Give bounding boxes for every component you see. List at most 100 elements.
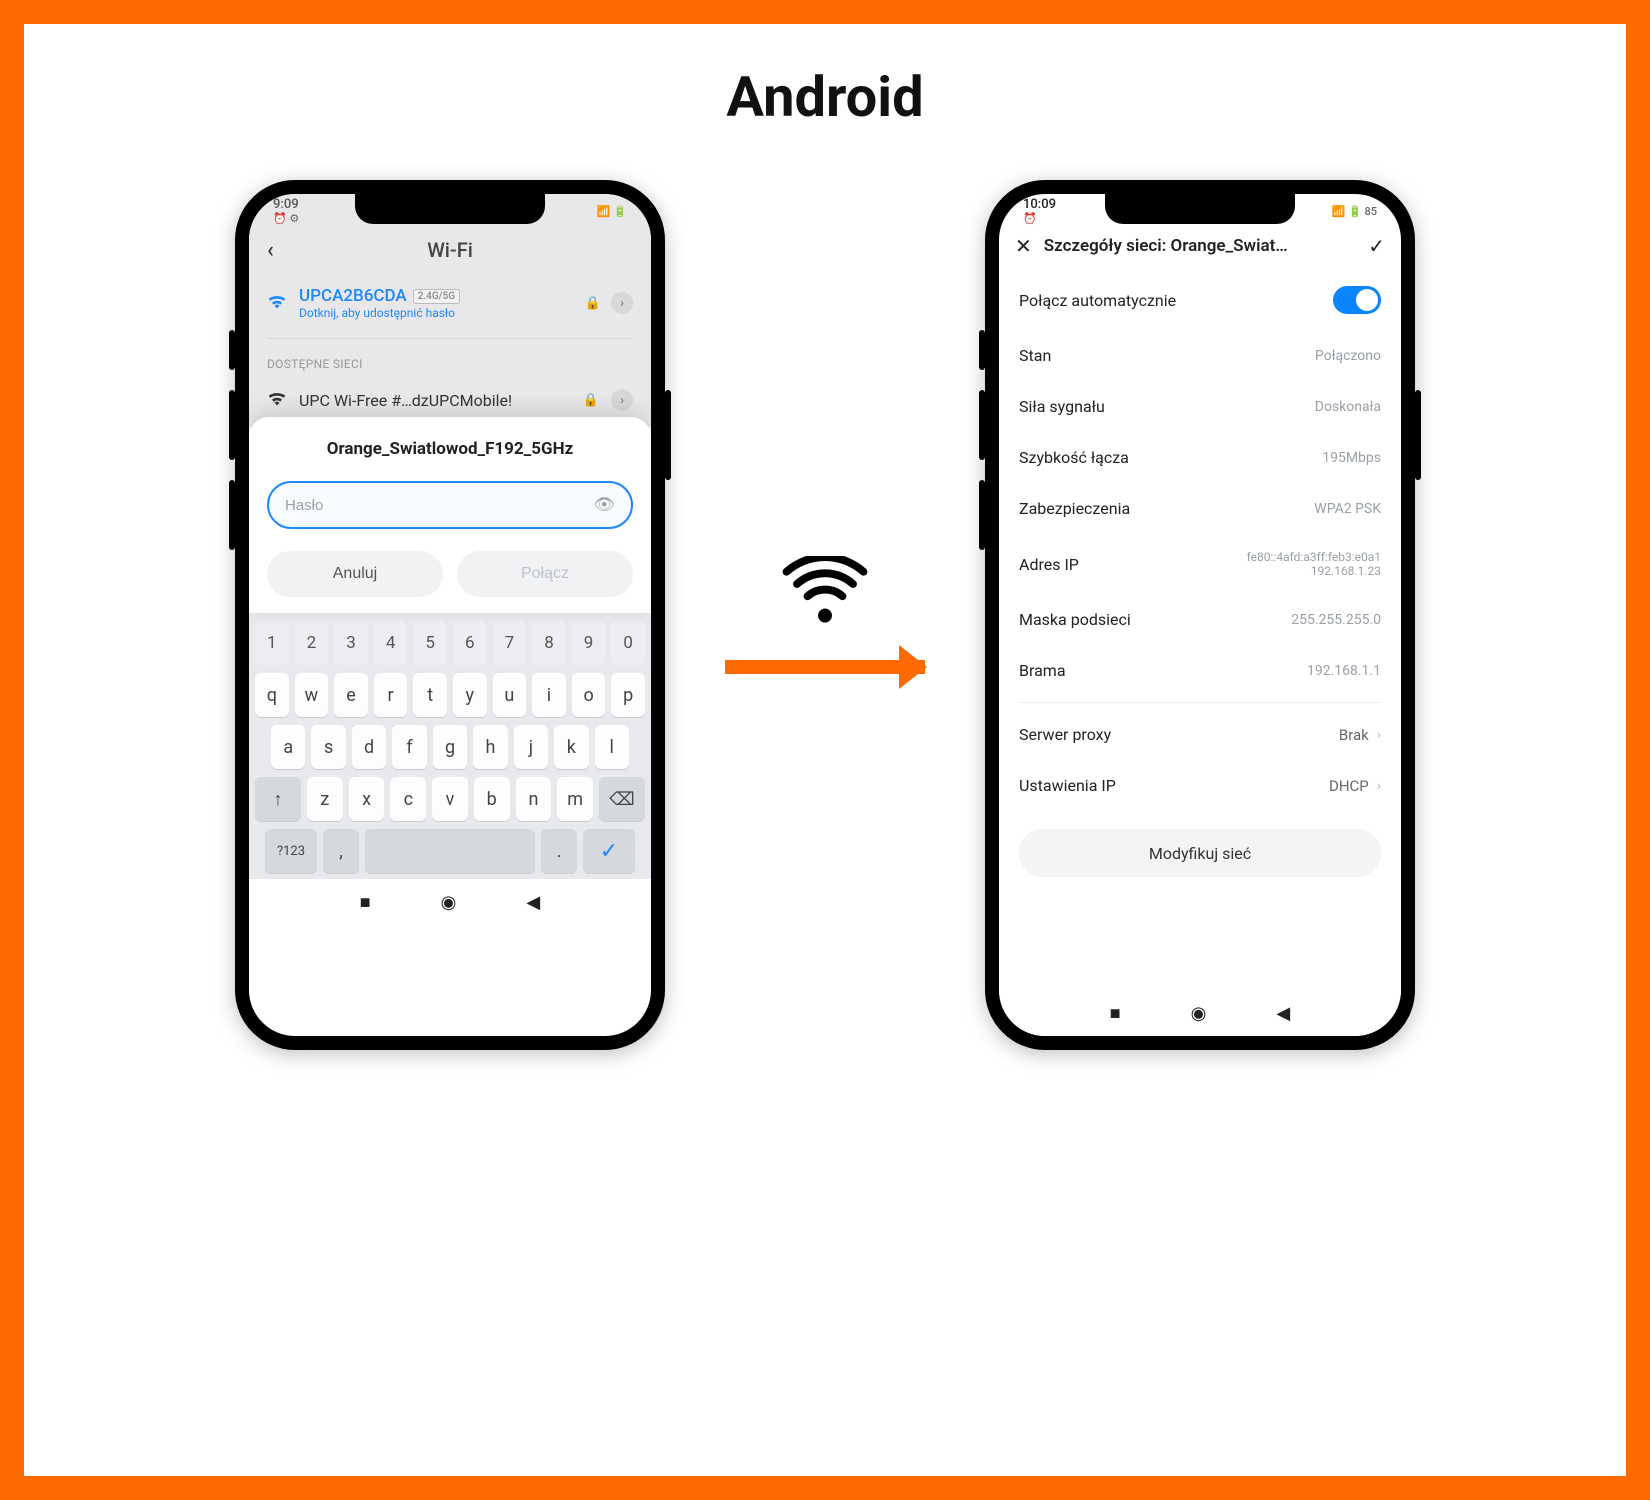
ip-row: Adres IP fe80::4afd:a3ff:feb3:e0a1 192.1… <box>999 534 1401 594</box>
connect-button[interactable]: Połącz <box>457 551 633 597</box>
password-input[interactable] <box>285 497 583 514</box>
key-8[interactable]: 8 <box>532 621 566 665</box>
security-row: Zabezpieczenia WPA2 PSK <box>999 483 1401 534</box>
enter-key[interactable]: ✓ <box>583 829 635 873</box>
chevron-right-icon: › <box>1377 778 1381 794</box>
key-q[interactable]: q <box>255 673 289 717</box>
status-time: 10:09 ⏰ <box>1023 197 1056 225</box>
nav-back-icon[interactable]: ◀ <box>1276 1003 1290 1024</box>
chevron-right-icon[interactable]: › <box>611 292 633 314</box>
symbols-key[interactable]: ?123 <box>265 829 317 873</box>
phone-left: 9:09 ⏰ ⚙︎ 📶 🔋 ‹ Wi-Fi UPCA <box>235 180 665 1050</box>
key-n[interactable]: n <box>516 777 552 821</box>
close-icon[interactable]: ✕ <box>1015 234 1032 258</box>
status-time: 9:09 ⏰ ⚙︎ <box>273 197 299 225</box>
status-right-icons: 📶 🔋 <box>597 205 627 218</box>
mask-row: Maska podsieci 255.255.255.0 <box>999 594 1401 645</box>
cancel-button[interactable]: Anuluj <box>267 551 443 597</box>
key-9[interactable]: 9 <box>572 621 606 665</box>
available-networks-label: DOSTĘPNE SIECI <box>249 343 651 379</box>
auto-connect-label: Połącz automatycznie <box>1019 291 1176 310</box>
comma-key[interactable]: , <box>323 829 359 873</box>
key-4[interactable]: 4 <box>374 621 408 665</box>
chevron-right-icon[interactable]: › <box>611 389 633 411</box>
mask-value: 255.255.255.0 <box>1291 612 1381 628</box>
key-c[interactable]: c <box>390 777 426 821</box>
space-key[interactable] <box>365 829 535 873</box>
key-7[interactable]: 7 <box>493 621 527 665</box>
band-badge: 2.4G/5G <box>413 289 460 304</box>
modify-network-button[interactable]: Modyfikuj sieć <box>1019 829 1381 877</box>
nav-home-icon[interactable]: ◉ <box>1191 1003 1207 1024</box>
back-icon[interactable]: ‹ <box>267 238 274 263</box>
kb-row-bottom: ?123 , . ✓ <box>255 829 645 873</box>
chevron-right-icon: › <box>1377 727 1381 743</box>
key-w[interactable]: w <box>295 673 329 717</box>
key-g[interactable]: g <box>433 725 467 769</box>
auto-connect-row[interactable]: Połącz automatycznie <box>999 270 1401 330</box>
key-v[interactable]: v <box>432 777 468 821</box>
key-k[interactable]: k <box>554 725 588 769</box>
connected-ssid: UPCA2B6CDA <box>299 286 407 306</box>
password-field-wrap[interactable]: 👁 <box>267 481 633 529</box>
key-r[interactable]: r <box>374 673 408 717</box>
keyboard: 1234567890 qwertyuiop asdfghjkl ↑ zxcvbn… <box>249 613 651 879</box>
kb-row-asdf: asdfghjkl <box>255 725 645 769</box>
nav-bar: ■ ◉ ◀ <box>249 879 651 925</box>
speed-value: 195Mbps <box>1322 450 1381 466</box>
key-y[interactable]: y <box>453 673 487 717</box>
arrow-right-icon <box>725 660 925 674</box>
shift-key[interactable]: ↑ <box>255 777 301 821</box>
period-key[interactable]: . <box>541 829 577 873</box>
key-l[interactable]: l <box>595 725 629 769</box>
dialog-title: Orange_Swiatlowod_F192_5GHz <box>267 439 633 459</box>
key-f[interactable]: f <box>392 725 426 769</box>
key-z[interactable]: z <box>307 777 343 821</box>
check-icon[interactable]: ✓ <box>1368 234 1385 258</box>
status-row: Stan Połączono <box>999 330 1401 381</box>
key-3[interactable]: 3 <box>334 621 368 665</box>
key-o[interactable]: o <box>572 673 606 717</box>
key-i[interactable]: i <box>532 673 566 717</box>
key-5[interactable]: 5 <box>413 621 447 665</box>
phone-right: 10:09 ⏰ 📶 🔋 85 ✕ Szczegóły sieci: Orange… <box>985 180 1415 1050</box>
eye-icon[interactable]: 👁 <box>593 495 615 515</box>
key-a[interactable]: a <box>271 725 305 769</box>
wifi-header: ‹ Wi-Fi <box>249 228 651 272</box>
lock-icon: 🔒 <box>583 393 599 408</box>
key-b[interactable]: b <box>474 777 510 821</box>
key-x[interactable]: x <box>349 777 385 821</box>
available-ssid: UPC Wi-Free #…dzUPCMobile! <box>299 391 571 410</box>
key-e[interactable]: e <box>334 673 368 717</box>
key-2[interactable]: 2 <box>295 621 329 665</box>
key-s[interactable]: s <box>311 725 345 769</box>
lock-icon: 🔒 <box>585 296 601 311</box>
nav-home-icon[interactable]: ◉ <box>441 892 457 913</box>
signal-row: Siła sygnału Doskonała <box>999 381 1401 432</box>
key-h[interactable]: h <box>473 725 507 769</box>
key-6[interactable]: 6 <box>453 621 487 665</box>
key-t[interactable]: t <box>413 673 447 717</box>
nav-back-icon[interactable]: ◀ <box>526 892 540 913</box>
key-d[interactable]: d <box>352 725 386 769</box>
status-value: Połączono <box>1315 348 1381 364</box>
ip-settings-row[interactable]: Ustawienia IP DHCP› <box>999 760 1401 811</box>
center-graphic <box>725 556 925 674</box>
ip-settings-value: DHCP <box>1329 777 1369 795</box>
nav-recent-icon[interactable]: ■ <box>360 892 371 913</box>
key-p[interactable]: p <box>611 673 645 717</box>
key-1[interactable]: 1 <box>255 621 289 665</box>
status-right-icons: 📶 🔋 85 <box>1332 205 1377 218</box>
auto-connect-toggle[interactable] <box>1333 286 1381 314</box>
backspace-key[interactable]: ⌫ <box>599 777 645 821</box>
connected-network-row[interactable]: UPCA2B6CDA 2.4G/5G Dotknij, aby udostępn… <box>249 272 651 334</box>
key-m[interactable]: m <box>557 777 593 821</box>
proxy-value: Brak <box>1339 726 1369 744</box>
connected-subtext: Dotknij, aby udostępnić hasło <box>299 306 573 320</box>
key-j[interactable]: j <box>514 725 548 769</box>
nav-recent-icon[interactable]: ■ <box>1110 1003 1121 1024</box>
key-0[interactable]: 0 <box>611 621 645 665</box>
proxy-row[interactable]: Serwer proxy Brak› <box>999 709 1401 760</box>
key-u[interactable]: u <box>493 673 527 717</box>
ip-value: fe80::4afd:a3ff:feb3:e0a1 192.168.1.23 <box>1247 550 1381 578</box>
